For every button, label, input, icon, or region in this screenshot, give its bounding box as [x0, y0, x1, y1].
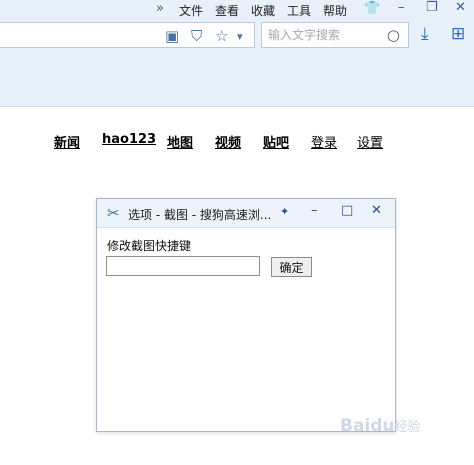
shortcut-input[interactable]	[106, 256, 260, 276]
menu-item-view[interactable]: 查看	[215, 2, 239, 19]
menu-item-favorites[interactable]: 收藏	[251, 2, 275, 19]
chevron-down-icon[interactable]: ▾	[237, 30, 243, 43]
nav-link-login[interactable]: 登录	[311, 132, 337, 151]
nav-link-tieba[interactable]: 贴吧	[263, 132, 289, 151]
watermark-brand: Baidu	[340, 416, 395, 436]
minimize-icon[interactable]: –	[398, 0, 405, 15]
nav-link-map[interactable]: 地图	[167, 132, 193, 151]
nav-link-settings[interactable]: 设置	[357, 132, 383, 151]
dialog-maximize-icon[interactable]: □	[341, 203, 353, 218]
shortcut-label: 修改截图快捷键	[107, 239, 192, 253]
menu-item-tools[interactable]: 工具	[287, 2, 311, 19]
menu-overflow-icon[interactable]: »	[156, 1, 164, 16]
ok-button[interactable]: 确定	[271, 257, 312, 277]
search-box: ○	[261, 22, 409, 48]
address-bar[interactable]: ▣ ⛉ ☆ ▾	[0, 22, 255, 48]
scissors-icon: ✂	[107, 204, 120, 222]
search-icon[interactable]: ○	[387, 26, 400, 44]
options-dialog: ✂ 选项 - 截图 - 搜狗高速浏... ✦ – □ ✕ 修改截图快捷键 确定	[96, 198, 396, 432]
nav-link-hao123[interactable]: hao123	[102, 132, 156, 147]
search-input[interactable]	[268, 26, 378, 44]
page-nav: 新闻 hao123 地图 视频 贴吧 登录 设置	[0, 132, 474, 152]
browser-chrome: » 文件 查看 收藏 工具 帮助 👕 – ❐ ✕ ▣ ⛉ ☆ ▾ ○ ⤓ ⊞	[0, 0, 474, 107]
dialog-title: 选项 - 截图 - 搜狗高速浏...	[128, 208, 272, 222]
apps-grid-icon[interactable]: ⊞	[451, 24, 465, 44]
skin-icon[interactable]: 👕	[364, 1, 380, 16]
page-action-icon[interactable]: ▣	[165, 27, 179, 45]
dialog-minimize-icon[interactable]: –	[311, 203, 318, 218]
shield-icon[interactable]: ⛉	[191, 27, 202, 45]
menu-item-file[interactable]: 文件	[179, 2, 203, 19]
menu-item-help[interactable]: 帮助	[323, 2, 347, 19]
pin-icon[interactable]: ✦	[280, 205, 289, 218]
nav-link-news[interactable]: 新闻	[54, 132, 80, 151]
restore-icon[interactable]: ❐	[426, 0, 438, 15]
star-icon[interactable]: ☆	[215, 27, 228, 45]
close-icon[interactable]: ✕	[455, 0, 466, 15]
download-icon[interactable]: ⤓	[421, 24, 429, 44]
watermark-logo: Baidu经验	[340, 416, 421, 436]
dialog-body: 修改截图快捷键 确定	[97, 227, 395, 431]
dialog-title-bar[interactable]: ✂ 选项 - 截图 - 搜狗高速浏... ✦ – □ ✕	[97, 199, 395, 228]
dialog-close-icon[interactable]: ✕	[371, 203, 382, 218]
menu-bar: » 文件 查看 收藏 工具 帮助 👕 – ❐ ✕	[0, 0, 474, 20]
nav-link-video[interactable]: 视频	[215, 132, 241, 151]
watermark-suffix: 经验	[394, 420, 421, 435]
